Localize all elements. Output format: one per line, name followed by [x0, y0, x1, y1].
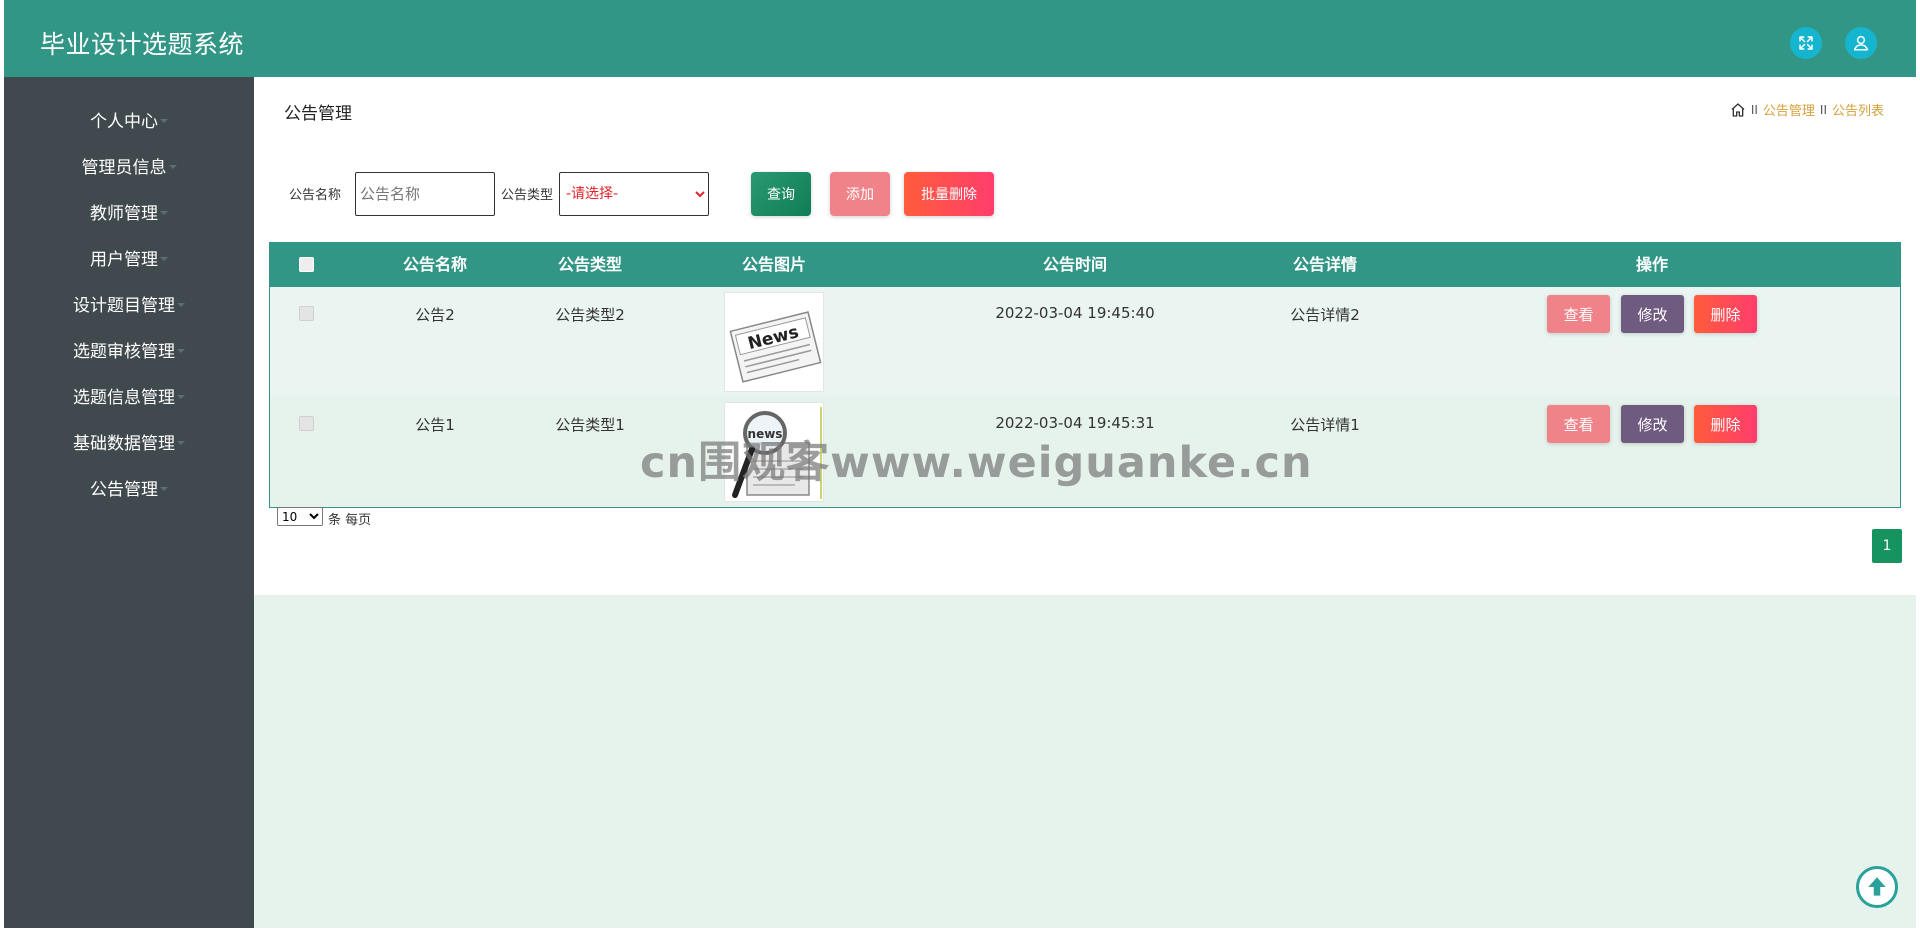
sidebar-item-base-data[interactable]: 基础数据管理 — [4, 421, 254, 461]
col-header-image: 公告图片 — [741, 255, 806, 274]
caret-down-icon — [177, 303, 185, 307]
type-select[interactable]: -请选择- — [559, 172, 709, 216]
arrow-up-icon — [1868, 877, 1886, 896]
add-button[interactable]: 添加 — [830, 172, 890, 216]
breadcrumb-level1[interactable]: 公告管理 — [1763, 100, 1815, 119]
delete-button[interactable]: 删除 — [1694, 295, 1757, 333]
app-frame: 毕业设计选题系统 个人中心 管理员信息 教师管理 用户管理 设计题目管理 选题审… — [4, 0, 1916, 928]
caret-down-icon — [168, 165, 177, 169]
row-checkbox[interactable] — [299, 416, 314, 431]
fullscreen-icon — [1799, 36, 1813, 50]
edit-button[interactable]: 修改 — [1621, 405, 1684, 443]
page-size-select[interactable]: 10 — [277, 507, 323, 526]
page-title: 公告管理 — [284, 104, 352, 124]
sidebar-item-teacher[interactable]: 教师管理 — [4, 191, 254, 231]
row-name: 公告2 — [415, 306, 455, 324]
name-search-input[interactable] — [355, 172, 495, 216]
caret-down-icon — [177, 349, 185, 353]
sidebar-item-design-topic[interactable]: 设计题目管理 — [4, 283, 254, 323]
caret-down-icon — [177, 395, 185, 399]
caret-down-icon — [160, 257, 168, 261]
row-name: 公告1 — [415, 416, 455, 434]
caret-down-icon — [177, 441, 185, 445]
row-image: news — [724, 402, 824, 502]
row-time: 2022-03-04 19:45:40 — [995, 304, 1155, 322]
back-to-top-button[interactable] — [1856, 866, 1898, 908]
caret-down-icon — [160, 211, 168, 215]
view-button[interactable]: 查看 — [1547, 405, 1610, 443]
col-header-detail: 公告详情 — [1292, 255, 1357, 274]
top-header: 毕业设计选题系统 — [4, 0, 1916, 77]
page-number-button[interactable]: 1 — [1872, 529, 1902, 563]
main-panel: 公告管理 II 公告管理 II 公告列表 公告名称 公告类型 -请选择- 查询 … — [254, 77, 1916, 595]
name-search-label: 公告名称 — [289, 188, 342, 203]
sidebar-item-user[interactable]: 用户管理 — [4, 237, 254, 277]
svg-text:news: news — [748, 427, 783, 441]
edit-button[interactable]: 修改 — [1621, 295, 1684, 333]
row-checkbox[interactable] — [299, 306, 314, 321]
user-button[interactable] — [1845, 27, 1877, 59]
col-header-type: 公告类型 — [557, 255, 622, 274]
sidebar-item-announcement[interactable]: 公告管理 — [4, 467, 254, 507]
sidebar-item-personal-center[interactable]: 个人中心 — [4, 99, 254, 139]
row-image: News — [724, 292, 824, 392]
delete-button[interactable]: 删除 — [1694, 405, 1757, 443]
breadcrumb: II 公告管理 II 公告列表 — [1730, 100, 1884, 119]
announcement-table: 公告名称 公告类型 公告图片 公告时间 公告详情 操作 公告2 公告类型2 Ne… — [269, 242, 1901, 508]
col-header-actions: 操作 — [1635, 255, 1668, 274]
sidebar-item-topic-info[interactable]: 选题信息管理 — [4, 375, 254, 415]
sidebar: 个人中心 管理员信息 教师管理 用户管理 设计题目管理 选题审核管理 选题信息管… — [4, 77, 254, 928]
row-type: 公告类型2 — [555, 306, 625, 324]
row-type: 公告类型1 — [555, 416, 625, 434]
view-button[interactable]: 查看 — [1547, 295, 1610, 333]
col-header-time: 公告时间 — [1042, 255, 1107, 274]
row-time: 2022-03-04 19:45:31 — [995, 414, 1155, 432]
row-detail: 公告详情1 — [1290, 416, 1360, 434]
home-icon[interactable] — [1730, 102, 1746, 118]
table-row: 公告2 公告类型2 News 2022-03-04 19:45:40 公告详情2… — [270, 287, 1900, 397]
batch-delete-button[interactable]: 批量删除 — [904, 172, 994, 216]
fullscreen-button[interactable] — [1790, 27, 1822, 59]
user-icon — [1853, 35, 1869, 51]
sidebar-item-topic-review[interactable]: 选题审核管理 — [4, 329, 254, 369]
caret-down-icon — [160, 119, 168, 123]
type-search-label: 公告类型 — [501, 188, 554, 203]
query-button[interactable]: 查询 — [751, 172, 811, 216]
table-header: 公告名称 公告类型 公告图片 公告时间 公告详情 操作 — [270, 243, 1900, 287]
caret-down-icon — [160, 487, 168, 491]
col-header-name: 公告名称 — [402, 255, 467, 274]
breadcrumb-level2[interactable]: 公告列表 — [1832, 100, 1884, 119]
page-size-label: 条 每页 — [328, 513, 372, 528]
select-all-checkbox[interactable] — [299, 257, 314, 272]
row-detail: 公告详情2 — [1290, 306, 1360, 324]
app-title: 毕业设计选题系统 — [40, 30, 245, 59]
sidebar-item-admin-info[interactable]: 管理员信息 — [4, 145, 254, 185]
table-row: 公告1 公告类型1 news 2022-03-04 19:45:31 公告详情1… — [270, 397, 1900, 507]
